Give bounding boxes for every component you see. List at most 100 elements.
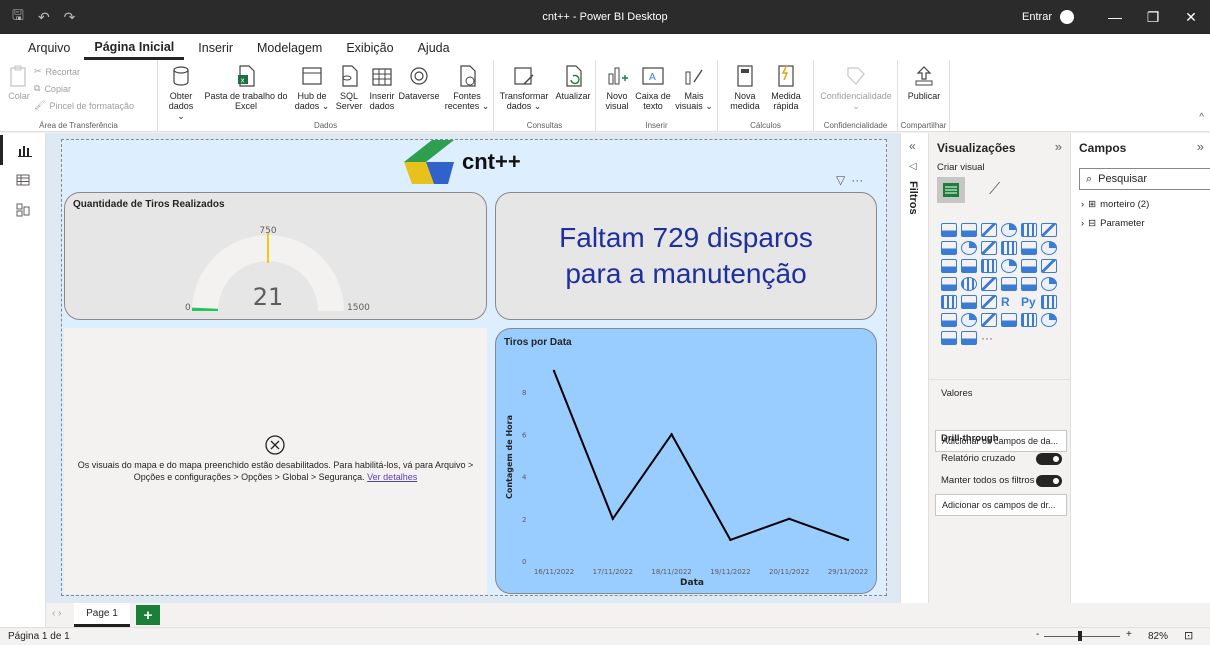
line-column-icon[interactable] [1001,241,1017,255]
tab-inserir[interactable]: Inserir [188,41,243,60]
copy-button[interactable]: ⧉ Copiar [34,83,71,94]
details-link[interactable]: Ver detalhes [367,472,417,482]
qa-icon[interactable] [961,313,977,327]
fields-search[interactable]: ⌕ Pesquisar [1079,168,1210,190]
collapse-ribbon-icon[interactable]: ^ [1199,112,1204,123]
funnel-icon[interactable] [961,259,977,273]
line-clustered-icon[interactable] [1021,241,1037,255]
minimize-icon[interactable]: — [1096,0,1134,34]
data-point[interactable] [552,369,556,373]
sensitivity-button[interactable]: Confidencialidade ⌄ [818,64,894,111]
matrix-icon[interactable] [981,295,997,309]
tab-modelagem[interactable]: Modelagem [247,41,332,60]
prev-page-icon[interactable]: ‹ › [52,608,61,619]
clustered-bar-icon[interactable] [981,223,997,237]
card-icon[interactable] [1001,277,1017,291]
transform-data-button[interactable]: Transformar dados ⌄ [498,64,550,111]
kpi-icon[interactable] [1041,277,1057,291]
stacked-column-icon[interactable] [961,223,977,237]
keep-filters-toggle[interactable] [1036,475,1062,487]
sign-in-link[interactable]: Entrar [1022,11,1052,23]
cross-report-toggle[interactable] [1036,453,1062,465]
build-visual-tab[interactable] [937,177,965,203]
gauge-visual[interactable]: Quantidade de Tiros Realizados 750 21 0 … [64,192,487,320]
zoom-in-icon[interactable]: + [1126,629,1132,640]
collapse-left-icon[interactable]: « [909,139,916,153]
data-point[interactable] [670,433,673,436]
table-visual-icon[interactable] [961,295,977,309]
scatter-icon[interactable] [981,259,997,273]
add-page-button[interactable]: + [136,605,160,625]
report-view-button[interactable] [0,135,46,165]
table-parameter[interactable]: › ⊟ Parameter [1081,218,1145,229]
page-tab-1[interactable]: Page 1 [74,603,130,627]
format-visual-icon[interactable]: ⟋ [989,181,1000,199]
restore-icon[interactable]: ❐ [1134,0,1172,34]
treemap-icon[interactable] [1041,259,1057,273]
zoom-slider[interactable] [1044,636,1120,637]
100-bar-icon[interactable] [1021,223,1037,237]
data-point[interactable] [611,517,614,520]
goals-icon[interactable] [1001,313,1017,327]
new-measure-button[interactable]: Nova medida [726,64,764,111]
table-morteiro[interactable]: › ⊞ morteiro (2) [1081,199,1149,210]
smart-narrative-icon[interactable] [981,313,997,327]
stacked-area-icon[interactable] [981,241,997,255]
data-hub-button[interactable]: Hub de dados ⌄ [294,64,330,111]
redo-icon[interactable]: ↷ [64,9,76,26]
filled-map-icon[interactable] [961,277,977,291]
100-column-icon[interactable] [1041,223,1057,237]
more-visuals-icon[interactable]: ··· [981,331,1001,349]
tab-exibicao[interactable]: Exibição [336,41,403,60]
multi-row-card-icon[interactable] [1021,277,1037,291]
recent-sources-button[interactable]: Fontes recentes ⌄ [444,64,490,111]
fit-page-icon[interactable]: ⊡ [1184,629,1193,642]
get-data-button[interactable]: Obter dados ⌄ [166,64,196,121]
paste-button[interactable]: Colar [6,64,32,101]
more-visuals-button[interactable]: Mais visuais ⌄ [674,64,714,111]
model-view-button[interactable] [0,195,46,225]
textbox-button[interactable]: A Caixa de texto [634,64,672,111]
data-point[interactable] [846,538,850,542]
zoom-slider-thumb[interactable] [1078,631,1082,641]
data-view-button[interactable] [0,165,46,195]
gauge-icon[interactable] [981,277,997,291]
drillthrough-well[interactable]: Adicionar os campos de dr... [935,494,1067,516]
power-automate-icon[interactable] [941,331,957,345]
logo[interactable]: cnt++ [404,140,521,184]
sql-server-button[interactable]: SQL Server [332,64,366,111]
excel-workbook-button[interactable]: x Pasta de trabalho do Excel [204,64,288,111]
ribbon-chart-icon[interactable] [1041,241,1057,255]
cut-button[interactable]: ✂ Recortar [34,66,80,77]
clustered-column-icon[interactable] [1001,223,1017,237]
decomposition-tree-icon[interactable] [941,313,957,327]
tab-arquivo[interactable]: Arquivo [18,41,80,60]
map-visual[interactable]: Os visuais do mapa e do mapa preenchido … [64,328,487,594]
expand-icon[interactable]: » [1055,139,1062,154]
waterfall-icon[interactable] [941,259,957,273]
tab-ajuda[interactable]: Ajuda [408,41,460,60]
python-visual-icon[interactable]: Py [1021,295,1041,313]
paginated-report-icon[interactable] [1021,313,1037,327]
pie-chart-icon[interactable] [1001,259,1017,273]
donut-chart-icon[interactable] [1021,259,1037,273]
key-influencers-icon[interactable] [1041,295,1057,309]
filters-label[interactable]: Filtros [907,181,919,215]
data-point[interactable] [788,517,791,520]
save-icon[interactable]: 🖫 [12,5,24,29]
zoom-out-icon[interactable]: - [1036,629,1039,640]
filter-pane-icon[interactable]: ◁ [909,161,917,172]
refresh-button[interactable]: Atualizar [552,64,594,101]
area-chart-icon[interactable] [961,241,977,255]
quick-measure-button[interactable]: Medida rápida [766,64,806,111]
filter-icon[interactable]: ▽ [836,173,845,187]
map-icon[interactable] [941,277,957,291]
collapse-right-icon[interactable]: » [1197,139,1204,154]
publish-button[interactable]: Publicar [902,64,946,101]
avatar[interactable] [1060,10,1074,24]
line-chart-visual[interactable]: Tiros por Data 02468 16/11/2022 17/11/202… [495,328,877,594]
slicer-icon[interactable] [941,295,957,309]
chevron-visual-icon[interactable] [961,331,977,345]
power-apps-icon[interactable] [1041,313,1057,327]
tab-pagina-inicial[interactable]: Página Inicial [84,40,185,60]
